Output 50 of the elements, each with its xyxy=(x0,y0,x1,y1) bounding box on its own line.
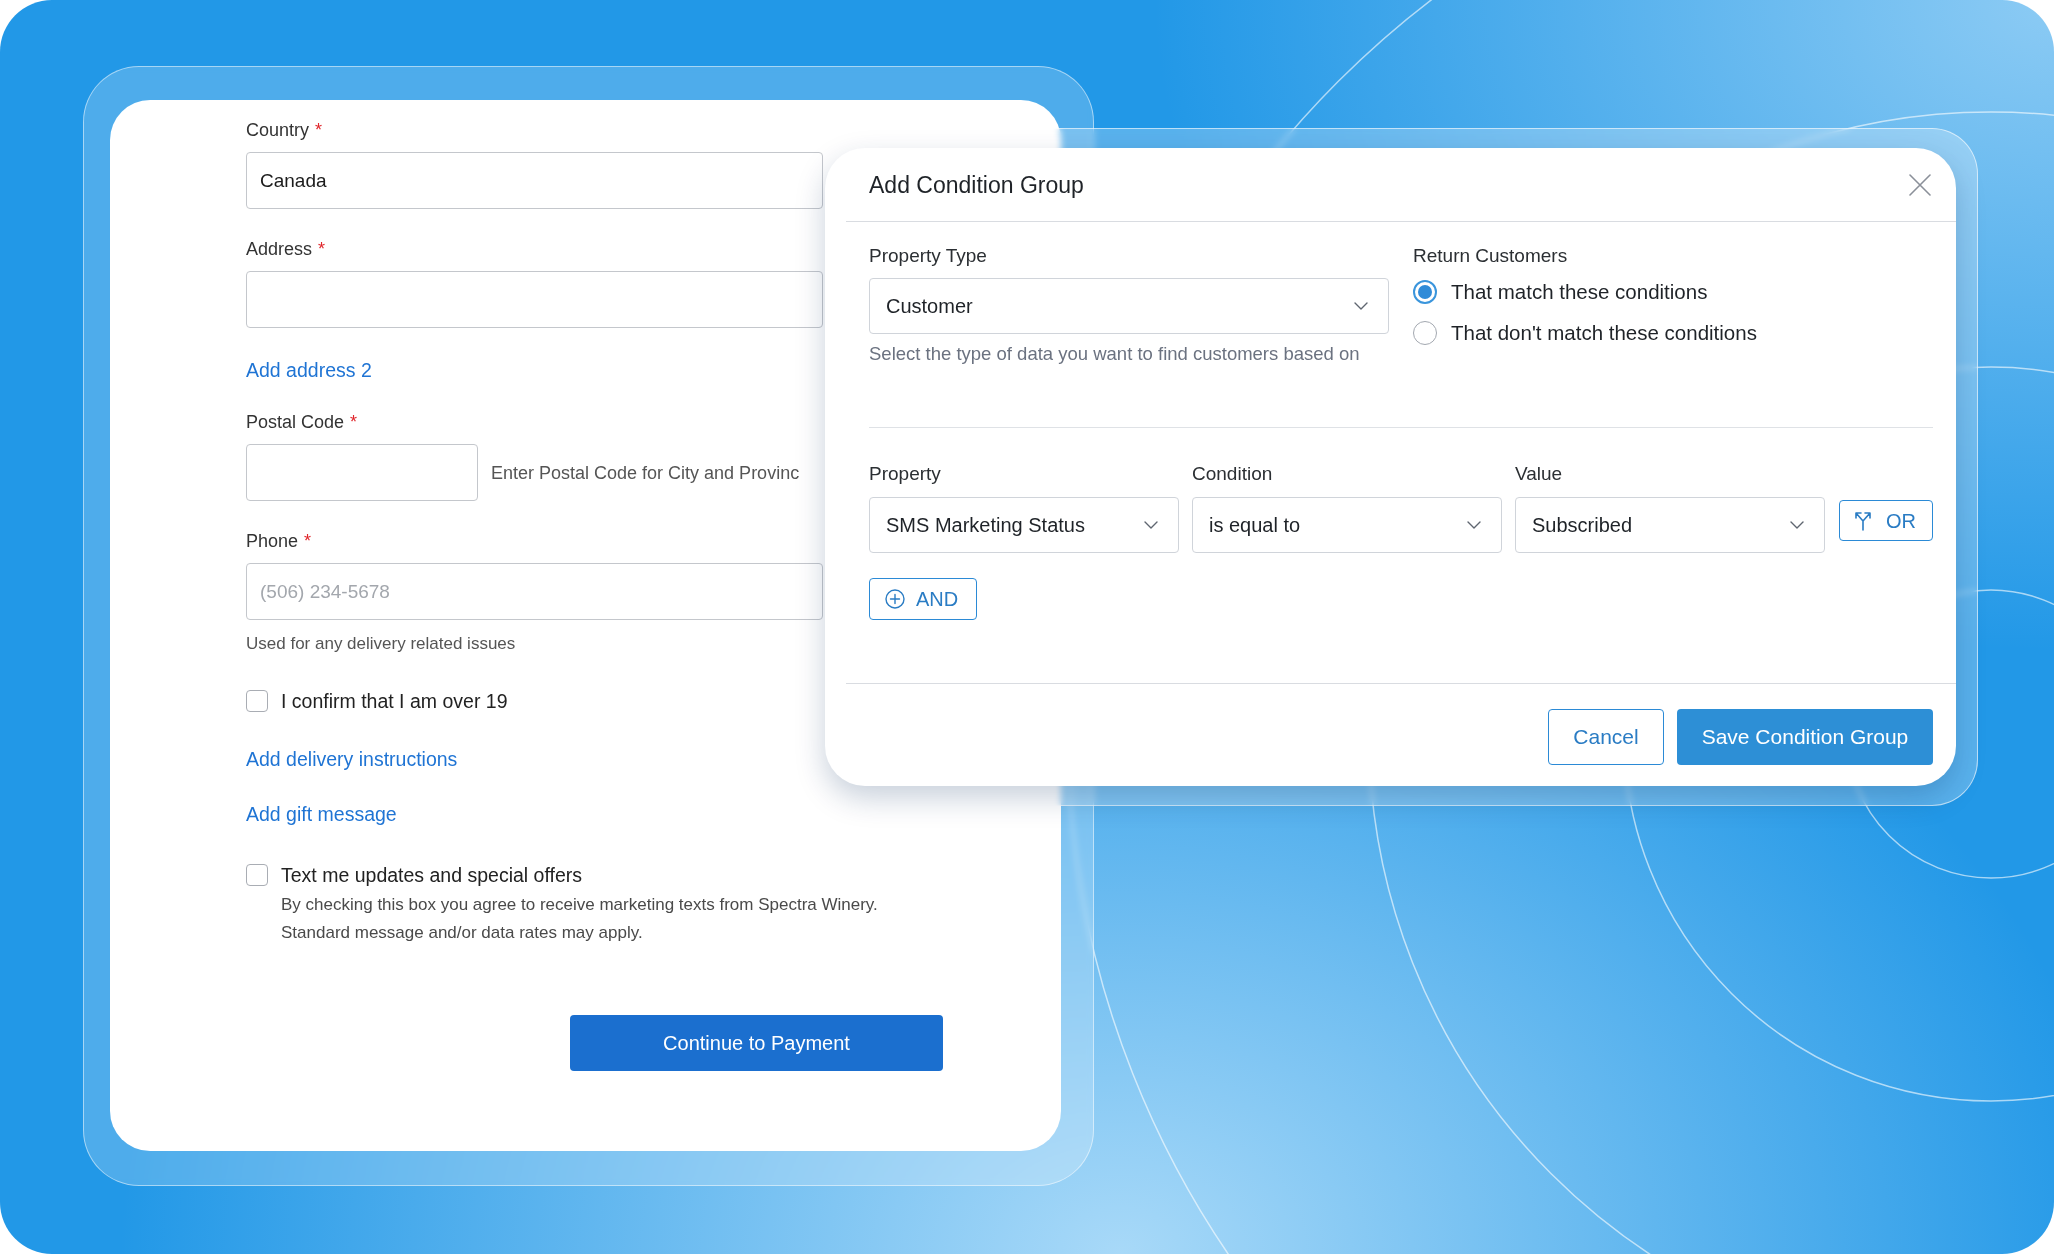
required-mark: * xyxy=(318,238,326,261)
text-field[interactable] xyxy=(246,271,823,328)
consent-text: By checking this box you agree to receive marketing texts from Spectra Winery. xyxy=(281,894,878,916)
close-button[interactable] xyxy=(1909,173,1931,196)
chevron-down-icon xyxy=(1354,302,1368,310)
field-hint: Select the type of data you want to find customers based on xyxy=(869,343,1360,365)
text-field[interactable]: (506) 234-5678 xyxy=(246,563,823,620)
radio-label[interactable]: That don't match these conditions xyxy=(1451,321,1757,345)
select-field[interactable]: Subscribed xyxy=(1515,497,1825,553)
column-label: Value xyxy=(1515,463,1563,484)
text-link[interactable]: Add delivery instructions xyxy=(246,747,458,771)
radio-button[interactable] xyxy=(1413,280,1437,304)
field-label: Postal Code xyxy=(246,411,345,434)
text-link[interactable]: Add address 2 xyxy=(246,358,372,382)
column-label: Condition xyxy=(1192,463,1273,484)
field-label: Country xyxy=(246,119,310,142)
field-hint: Enter Postal Code for City and Provinc xyxy=(491,461,800,485)
field-label: Address xyxy=(246,238,313,261)
text-link[interactable]: Add gift message xyxy=(246,802,397,826)
checkbox-label[interactable]: Text me updates and special offers xyxy=(281,863,582,887)
submit-button[interactable]: Continue to Payment xyxy=(570,1015,943,1071)
close-icon xyxy=(1909,173,1931,196)
field-label: Property Type xyxy=(869,245,987,267)
column-label: Property xyxy=(869,463,941,484)
plus-circle-icon xyxy=(885,589,905,609)
checkbox-label[interactable]: I confirm that I am over 19 xyxy=(281,689,508,713)
chevron-down-icon xyxy=(1144,521,1158,529)
checkbox[interactable] xyxy=(246,864,268,886)
field-label: Return Customers xyxy=(1413,245,1568,267)
select-field[interactable]: Customer xyxy=(869,278,1389,334)
required-mark: * xyxy=(350,411,358,434)
dialog-title: Add Condition Group xyxy=(869,170,1084,199)
helper-text: Used for any delivery related issues xyxy=(246,634,516,654)
consent-text: Standard message and/or data rates may apply. xyxy=(281,922,643,944)
select-field[interactable]: SMS Marketing Status xyxy=(869,497,1179,553)
required-mark: * xyxy=(315,119,323,142)
cancel-button[interactable]: Cancel xyxy=(1548,709,1664,765)
text-field[interactable] xyxy=(246,444,478,501)
or-button[interactable]: OR xyxy=(1839,500,1933,541)
chevron-down-icon xyxy=(1790,521,1804,529)
select-field[interactable]: is equal to xyxy=(1192,497,1502,553)
field-label: Phone xyxy=(246,530,299,553)
radio-button[interactable] xyxy=(1413,321,1437,345)
text-field[interactable]: Canada xyxy=(246,152,823,209)
split-arrows-icon xyxy=(1854,510,1872,531)
chevron-down-icon xyxy=(1467,521,1481,529)
checkbox[interactable] xyxy=(246,690,268,712)
radio-label[interactable]: That match these conditions xyxy=(1451,280,1708,304)
required-mark: * xyxy=(304,530,312,553)
and-button[interactable]: AND xyxy=(869,578,977,620)
